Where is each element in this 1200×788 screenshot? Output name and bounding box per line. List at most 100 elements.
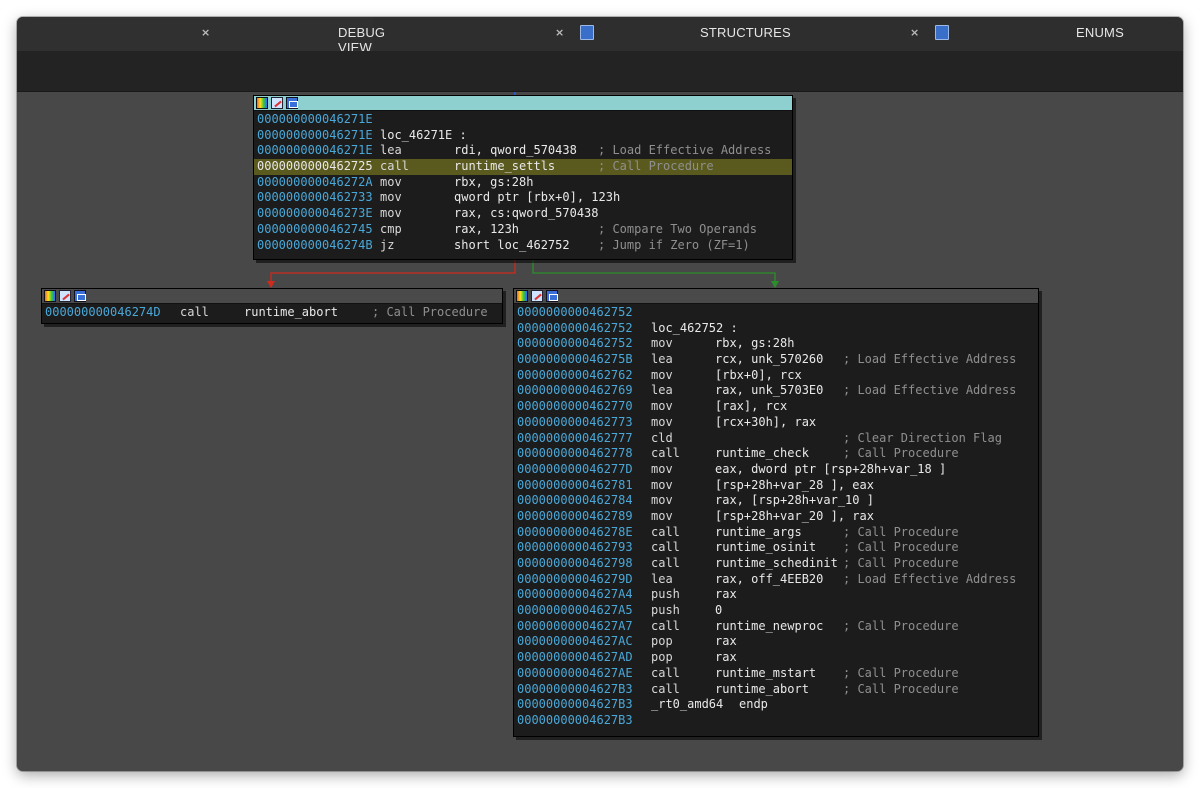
code-line[interactable]: 00000000004627AC pop rax	[514, 634, 1038, 650]
tab-debug-view[interactable]: × DEBUG VIEW	[17, 17, 385, 55]
graph-color-icon[interactable]	[44, 290, 56, 302]
operands[interactable]: rax, unk_5703E0	[715, 383, 823, 399]
block-top[interactable]: 000000000046271E 000000000046271E loc_4627…	[253, 95, 793, 260]
code-line[interactable]: 0000000000462784 mov rax, [rsp+28h+var_10 …	[514, 493, 1038, 509]
group-icon[interactable]	[546, 290, 558, 302]
address[interactable]: 00000000004627A5	[517, 603, 633, 619]
code-line[interactable]: 0000000000462752 mov rbx, gs:28h	[514, 336, 1038, 352]
mnemonic[interactable]: mov	[651, 399, 673, 415]
code-line[interactable]: 00000000004627A7 call runtime_newproc ; Cal…	[514, 619, 1038, 635]
operands[interactable]: [rsp+28h+var_28 ], eax	[715, 478, 874, 494]
address[interactable]: 0000000000462752	[517, 305, 633, 321]
address[interactable]: 000000000046277D	[517, 462, 633, 478]
address[interactable]: 0000000000462752	[517, 321, 633, 337]
code-line[interactable]: 00000000004627A4 push rax	[514, 587, 1038, 603]
address[interactable]: 000000000046279D	[517, 572, 633, 588]
close-icon[interactable]: ×	[201, 26, 210, 39]
mnemonic[interactable]: mov	[651, 368, 673, 384]
group-icon[interactable]	[286, 97, 298, 109]
address[interactable]: 000000000046274B	[257, 238, 373, 254]
address[interactable]: 000000000046273E	[257, 206, 373, 222]
label[interactable]: _rt0_amd64	[651, 697, 723, 713]
mnemonic[interactable]: mov	[651, 415, 673, 431]
close-icon[interactable]: ×	[910, 26, 919, 39]
mnemonic[interactable]: jz	[380, 238, 394, 254]
code-line[interactable]: 0000000000462745 cmp rax, 123h ; Compare Tw…	[254, 222, 792, 238]
mnemonic[interactable]: pop	[651, 634, 673, 650]
code-line[interactable]: 0000000000462773 mov [rcx+30h], rax	[514, 415, 1038, 431]
graph-color-icon[interactable]	[516, 290, 528, 302]
mnemonic[interactable]: call	[651, 525, 680, 541]
rename-icon[interactable]	[531, 290, 543, 302]
mnemonic[interactable]: lea	[651, 572, 673, 588]
address[interactable]: 00000000004627AE	[517, 666, 633, 682]
mnemonic[interactable]: push	[651, 603, 680, 619]
address[interactable]: 00000000004627A7	[517, 619, 633, 635]
operands[interactable]: [rcx+30h], rax	[715, 415, 816, 431]
mnemonic[interactable]: pop	[651, 650, 673, 666]
operands[interactable]: rax	[715, 650, 737, 666]
address[interactable]: 00000000004627A4	[517, 587, 633, 603]
mnemonic[interactable]: mov	[380, 190, 402, 206]
code-line[interactable]: 00000000004627B3 call runtime_abort ; Call …	[514, 682, 1038, 698]
graph-view[interactable]: 000000000046271E 000000000046271E loc_4627…	[17, 92, 1183, 771]
code-line[interactable]: 0000000000462769 lea rax, unk_5703E0 ; Load…	[514, 383, 1038, 399]
address[interactable]: 0000000000462762	[517, 368, 633, 384]
label[interactable]: loc_462752 :	[651, 321, 738, 337]
mnemonic[interactable]: mov	[380, 206, 402, 222]
address[interactable]: 0000000000462769	[517, 383, 633, 399]
address[interactable]: 000000000046275B	[517, 352, 633, 368]
code-line[interactable]: 000000000046271E	[254, 112, 792, 128]
operands[interactable]: [rax], rcx	[715, 399, 787, 415]
code-line[interactable]: 0000000000462789 mov [rsp+28h+var_20 ], ra…	[514, 509, 1038, 525]
mnemonic[interactable]: mov	[651, 336, 673, 352]
mnemonic[interactable]: push	[651, 587, 680, 603]
address[interactable]: 00000000004627AD	[517, 650, 633, 666]
code-line[interactable]: 0000000000462793 call runtime_osinit ; Call…	[514, 540, 1038, 556]
mnemonic[interactable]: call	[380, 159, 409, 175]
mnemonic[interactable]: mov	[651, 509, 673, 525]
address[interactable]: 0000000000462777	[517, 431, 633, 447]
operands[interactable]: runtime_mstart	[715, 666, 816, 682]
label[interactable]: loc_46271E :	[380, 128, 467, 144]
mnemonic[interactable]: mov	[651, 478, 673, 494]
address[interactable]: 0000000000462781	[517, 478, 633, 494]
code-line[interactable]: 000000000046271E lea rdi, qword_570438 ; Lo…	[254, 143, 792, 159]
operands[interactable]: rbx, gs:28h	[454, 175, 533, 191]
address[interactable]: 0000000000462784	[517, 493, 633, 509]
block-right[interactable]: 0000000000462752 0000000000462752 loc_4627…	[513, 288, 1039, 737]
operands[interactable]: qword ptr [rbx+0], 123h	[454, 190, 620, 206]
mnemonic[interactable]: call	[651, 556, 680, 572]
address[interactable]: 00000000004627AC	[517, 634, 633, 650]
block-left[interactable]: 000000000046274D call runtime_abort ; Call …	[41, 288, 503, 324]
mnemonic[interactable]: call	[180, 305, 209, 321]
operands[interactable]: runtime_abort	[244, 305, 338, 321]
code-line[interactable]: 0000000000462778 call runtime_check ; Call …	[514, 446, 1038, 462]
group-icon[interactable]	[74, 290, 86, 302]
code-line[interactable]: 0000000000462752	[514, 305, 1038, 321]
operands[interactable]: [rbx+0], rcx	[715, 368, 802, 384]
code-line[interactable]: 00000000004627B3	[514, 713, 1038, 729]
close-icon[interactable]: ×	[555, 26, 564, 39]
code-line[interactable]: 00000000004627AD pop rax	[514, 650, 1038, 666]
code-line[interactable]: 000000000046274B jz short loc_462752 ; Jump…	[254, 238, 792, 254]
mnemonic[interactable]: cmp	[380, 222, 402, 238]
code-line[interactable]: 0000000000462762 mov [rbx+0], rcx	[514, 368, 1038, 384]
mnemonic[interactable]: mov	[651, 493, 673, 509]
code-line[interactable]: 0000000000462798 call runtime_schedinit ; C…	[514, 556, 1038, 572]
address[interactable]: 0000000000462773	[517, 415, 633, 431]
code-line[interactable]: 000000000046271E loc_46271E :	[254, 128, 792, 144]
tab-structures[interactable]: × STRUCTURES	[546, 17, 906, 51]
mnemonic[interactable]: mov	[651, 462, 673, 478]
code-line[interactable]: 0000000000462733 mov qword ptr [rbx+0], 12…	[254, 190, 792, 206]
operands[interactable]: eax, dword ptr [rsp+28h+var_18 ]	[715, 462, 946, 478]
mnemonic[interactable]: call	[651, 446, 680, 462]
address[interactable]: 00000000004627B3	[517, 713, 633, 729]
address[interactable]: 0000000000462752	[517, 336, 633, 352]
operands[interactable]: short loc_462752	[454, 238, 570, 254]
mnemonic[interactable]: lea	[380, 143, 402, 159]
code-line[interactable]: 0000000000462781 mov [rsp+28h+var_28 ], ea…	[514, 478, 1038, 494]
operands[interactable]: runtime_osinit	[715, 540, 816, 556]
mnemonic[interactable]: lea	[651, 383, 673, 399]
address[interactable]: 000000000046271E	[257, 143, 373, 159]
